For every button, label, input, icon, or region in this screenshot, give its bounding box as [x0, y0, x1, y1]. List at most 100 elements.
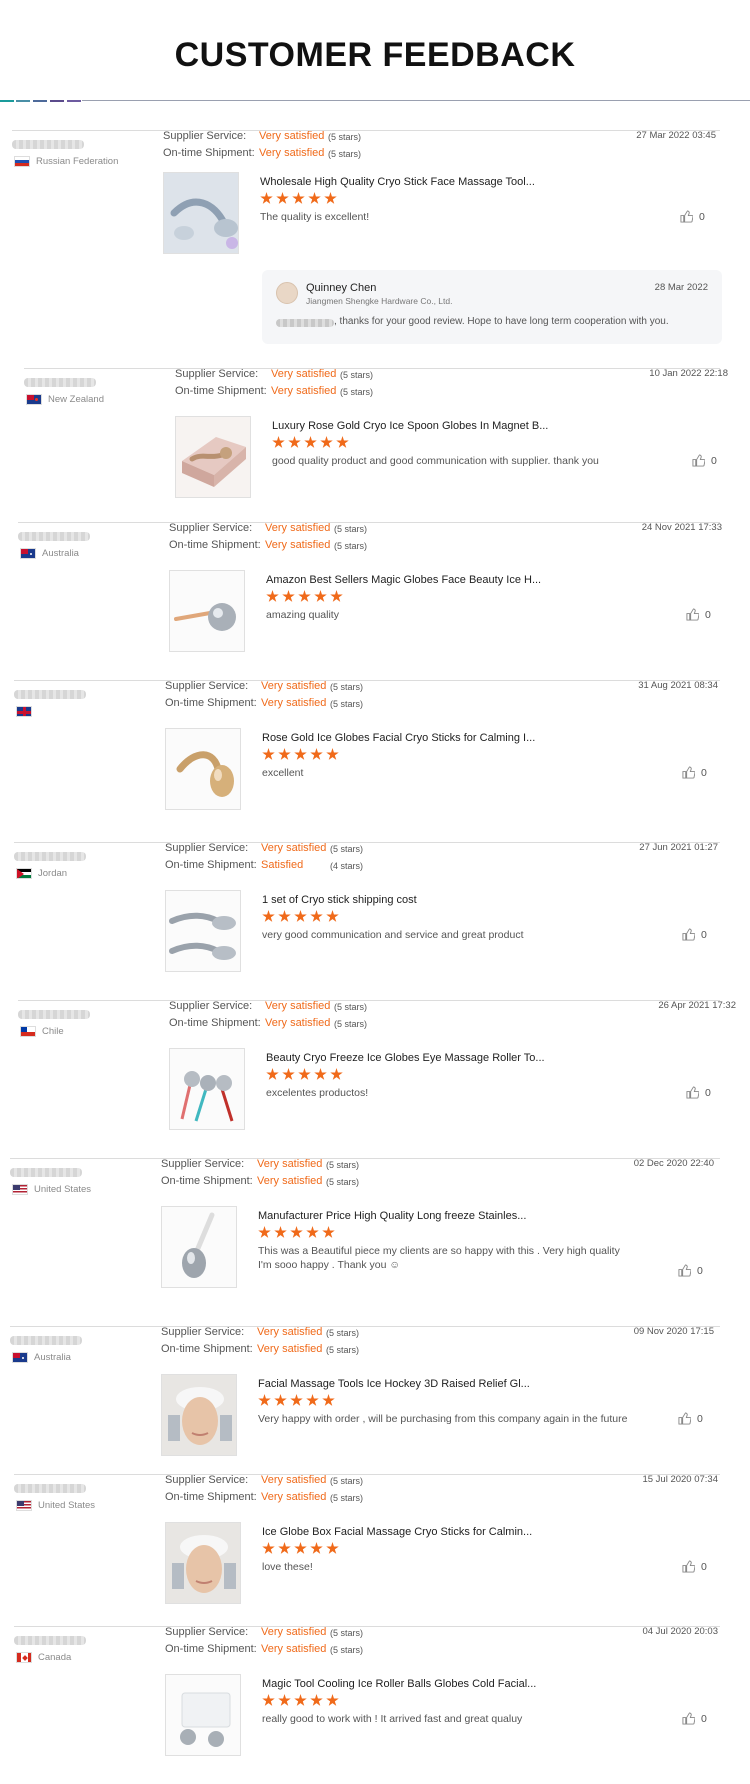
country-flag-icon: [16, 868, 32, 879]
reviewer-country: Russian Federation: [36, 156, 119, 167]
rating-stars: [258, 1226, 335, 1239]
face-photo-icon[interactable]: [165, 1522, 241, 1604]
star-icon: [278, 1694, 291, 1706]
like-count: 0: [697, 1412, 703, 1425]
ice-globe-icon[interactable]: [169, 570, 245, 652]
star-icon: [262, 748, 275, 760]
eye-roller-icon[interactable]: [169, 1048, 245, 1130]
rating-stars: [262, 748, 339, 761]
shipment-label: On-time Shipment:: [163, 147, 255, 159]
star-icon: [324, 192, 337, 204]
star-icon: [310, 748, 323, 760]
star-icon: [304, 436, 317, 448]
review-comment: very good communication and service and …: [262, 929, 524, 941]
star-icon: [262, 910, 275, 922]
product-title[interactable]: Ice Globe Box Facial Massage Cryo Sticks…: [262, 1526, 532, 1538]
shipment-stars: (5 stars): [326, 1177, 360, 1187]
face-photo-icon[interactable]: [161, 1374, 237, 1456]
reviewer-name-blurred: [10, 1168, 82, 1177]
supplier-service-value: Very satisfied: [261, 842, 327, 854]
review-date: 10 Jan 2022 22:18: [649, 368, 728, 379]
star-icon: [330, 1068, 343, 1080]
review-card: Australia Supplier Service: Very satisfi…: [0, 1326, 750, 1474]
like-button[interactable]: 0: [686, 608, 711, 621]
like-button[interactable]: 0: [678, 1264, 703, 1277]
shipment-value: Very satisfied: [271, 385, 337, 397]
rating-stars: [260, 192, 337, 205]
cryo-stick-pair-icon[interactable]: [165, 890, 241, 972]
star-icon: [298, 590, 311, 602]
product-title[interactable]: Beauty Cryo Freeze Ice Globes Eye Massag…: [266, 1052, 545, 1064]
review-comment: really good to work with ! It arrived fa…: [262, 1713, 523, 1725]
star-icon: [260, 192, 273, 204]
review-date: 09 Nov 2020 17:15: [633, 1326, 714, 1337]
star-icon: [262, 1694, 275, 1706]
review-date: 15 Jul 2020 07:34: [642, 1474, 718, 1485]
shipment-stars: (5 stars): [330, 1645, 364, 1655]
cryo-stick-silver-icon[interactable]: [163, 172, 239, 254]
shipment-value: Very satisfied: [265, 1017, 331, 1029]
star-icon: [274, 1226, 287, 1238]
shipment-value: Very satisfied: [261, 697, 327, 709]
cryo-stick-gold-icon[interactable]: [165, 728, 241, 810]
review-card: United States Supplier Service: Very sat…: [0, 1158, 750, 1326]
star-icon: [278, 1542, 291, 1554]
roller-balls-icon[interactable]: [165, 1674, 241, 1756]
star-icon: [274, 1394, 287, 1406]
reviewer-name-blurred: [18, 532, 90, 541]
like-button[interactable]: 0: [686, 1086, 711, 1099]
reply-company: Jiangmen Shengke Hardware Co., Ltd.: [306, 296, 453, 306]
product-title[interactable]: Magic Tool Cooling Ice Roller Balls Glob…: [262, 1678, 536, 1690]
supplier-service-label: Supplier Service:: [165, 1474, 249, 1486]
star-icon: [310, 910, 323, 922]
shipment-label: On-time Shipment:: [165, 859, 257, 871]
review-date: 27 Jun 2021 01:27: [639, 842, 718, 853]
supplier-service-stars: (5 stars): [326, 1160, 360, 1170]
reviewer-name-blurred: [276, 319, 334, 327]
supplier-service-stars: (5 stars): [334, 524, 368, 534]
like-button[interactable]: 0: [680, 210, 705, 223]
gift-box-icon[interactable]: [175, 416, 251, 498]
review-comment: Very happy with order , will be purchasi…: [258, 1413, 628, 1425]
review-date: 24 Nov 2021 17:33: [641, 522, 722, 533]
like-button[interactable]: 0: [678, 1412, 703, 1425]
reviewer-country: Australia: [34, 1352, 71, 1363]
review-date: 04 Jul 2020 20:03: [642, 1626, 718, 1637]
review-divider: [18, 1000, 720, 1001]
product-title[interactable]: Rose Gold Ice Globes Facial Cryo Sticks …: [262, 732, 535, 744]
like-count: 0: [705, 1086, 711, 1099]
like-button[interactable]: 0: [682, 1560, 707, 1573]
like-button[interactable]: 0: [682, 766, 707, 779]
reviewer-country: United States: [38, 1500, 96, 1511]
product-title[interactable]: Manufacturer Price High Quality Long fre…: [258, 1210, 526, 1222]
review-comment: excellent: [262, 767, 304, 779]
product-title[interactable]: Facial Massage Tools Ice Hockey 3D Raise…: [258, 1378, 530, 1390]
rating-stars: [262, 1542, 339, 1555]
product-title[interactable]: Luxury Rose Gold Cryo Ice Spoon Globes I…: [272, 420, 548, 432]
reviewer-name-blurred: [14, 690, 86, 699]
shipment-stars: (5 stars): [330, 699, 364, 709]
star-icon: [298, 1068, 311, 1080]
shipment-stars: (5 stars): [334, 541, 368, 551]
star-icon: [326, 910, 339, 922]
supplier-service-label: Supplier Service:: [165, 842, 249, 854]
star-icon: [278, 748, 291, 760]
star-icon: [266, 590, 279, 602]
like-button[interactable]: 0: [692, 454, 717, 467]
product-title[interactable]: Amazon Best Sellers Magic Globes Face Be…: [266, 574, 541, 586]
reviewer-country: Australia: [42, 548, 79, 559]
review-card: Canada Supplier Service: Very satisfied …: [0, 1626, 750, 1776]
star-icon: [290, 1394, 303, 1406]
country-flag-icon: [16, 706, 32, 717]
like-button[interactable]: 0: [682, 1712, 707, 1725]
supplier-service-value: Very satisfied: [265, 522, 331, 534]
product-title[interactable]: Wholesale High Quality Cryo Stick Face M…: [260, 176, 535, 188]
star-icon: [282, 1068, 295, 1080]
review-card: Jordan Supplier Service: Very satisfied …: [0, 842, 750, 1000]
ice-spoon-icon[interactable]: [161, 1206, 237, 1288]
country-flag-icon: [20, 548, 36, 559]
shipment-value: Very satisfied: [257, 1175, 323, 1187]
star-icon: [294, 748, 307, 760]
product-title[interactable]: 1 set of Cryo stick shipping cost: [262, 894, 417, 906]
like-button[interactable]: 0: [682, 928, 707, 941]
